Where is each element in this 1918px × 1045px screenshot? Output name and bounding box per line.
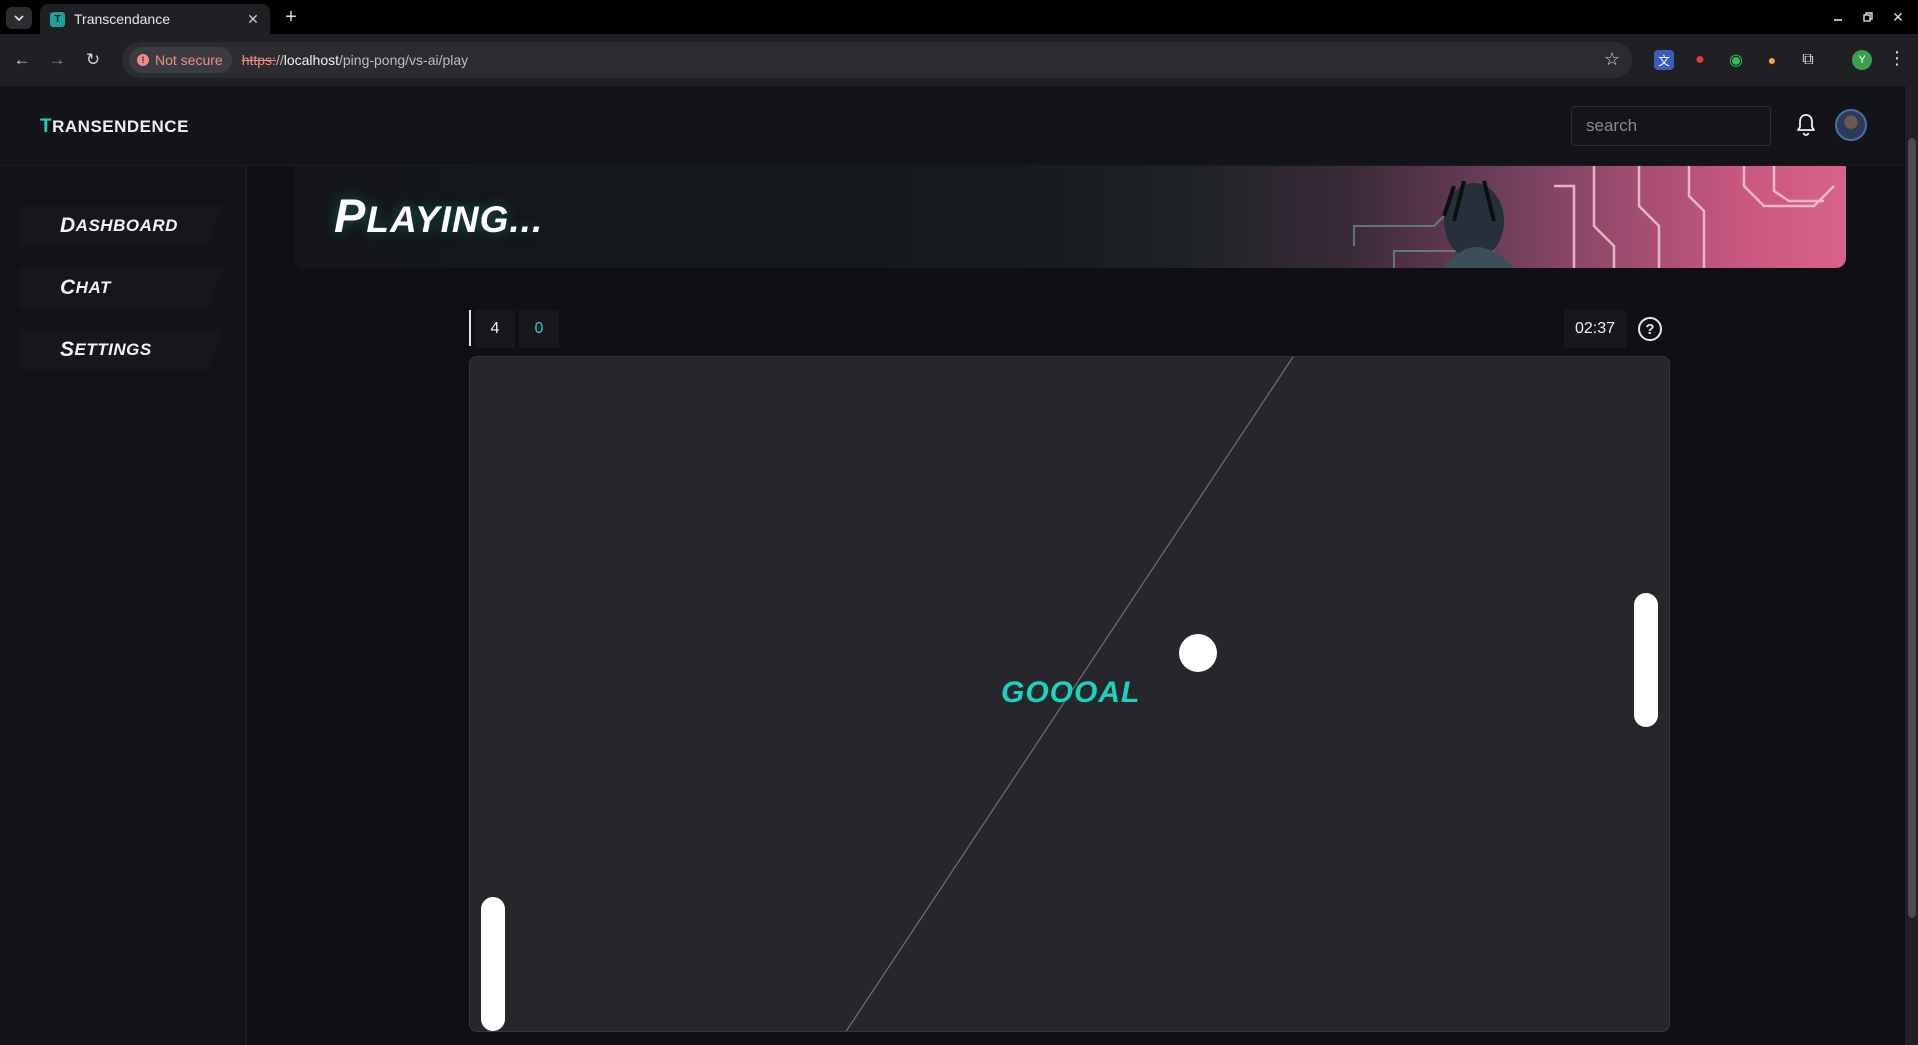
browser-profile-avatar[interactable]: Y (1852, 50, 1872, 70)
game-court[interactable]: GOOOAL (469, 356, 1670, 1032)
new-tab-button[interactable]: + (280, 6, 302, 28)
left-paddle (481, 897, 505, 1031)
sidebar: D ASHBOARD C HAT S ETTINGS (0, 166, 247, 1045)
url-host: localhost (283, 52, 339, 68)
player-score: 4 (475, 310, 515, 348)
not-secure-label: Not secure (155, 52, 223, 68)
url-separator: // (275, 52, 284, 68)
goal-message: GOOOAL (1001, 676, 1141, 709)
page-title-rest: LAYING... (366, 199, 544, 240)
puzzle-extensions-icon[interactable]: ⧉ (1798, 50, 1818, 70)
reload-icon[interactable]: ↻ (81, 48, 105, 72)
search-input[interactable] (1571, 106, 1771, 146)
url-text[interactable]: https://localhost/ping-pong/vs-ai/play (242, 52, 468, 68)
back-arrow-icon[interactable]: ← (10, 48, 34, 72)
page-title-cap: P (334, 189, 367, 242)
sidebar-item-label: ASHBOARD (75, 216, 178, 235)
url-scheme: https: (241, 52, 276, 68)
circuit-decoration-image (1353, 166, 1835, 268)
chevron-down-icon (14, 15, 24, 22)
restore-icon[interactable] (1856, 6, 1880, 28)
help-icon[interactable]: ? (1638, 317, 1662, 341)
tab-search-button[interactable] (6, 7, 32, 29)
sidebar-item-label-cap: S (60, 338, 75, 361)
page-title: PLAYING... (334, 188, 543, 243)
character-silhouette (1442, 180, 1514, 268)
game-timer: 02:37 (1564, 310, 1626, 348)
bookmark-star-icon[interactable]: ☆ (1604, 49, 1620, 70)
green-extension-icon[interactable]: ◉ (1726, 50, 1746, 70)
page-scrollbar[interactable] (1905, 86, 1918, 1045)
scrollbar-thumb[interactable] (1908, 138, 1916, 918)
forward-arrow-icon[interactable]: → (45, 48, 69, 72)
browser-tab[interactable]: T Transcendance ✕ (40, 4, 270, 34)
favicon-icon: T (50, 11, 65, 27)
logo-text: RANSENDENCE (52, 117, 189, 136)
tab-title: Transcendance (74, 11, 170, 27)
scoreboard: 4 0 (469, 310, 559, 348)
sidebar-item-label: ETTINGS (74, 340, 152, 359)
translate-extension-icon[interactable]: 文 (1654, 50, 1674, 70)
browser-tab-bar: T Transcendance ✕ + ✕ (0, 0, 1918, 34)
sidebar-item-label: HAT (75, 278, 111, 297)
sidebar-item-settings[interactable]: S ETTINGS (20, 330, 222, 370)
sidebar-item-label-cap: D (60, 214, 76, 237)
red-extension-icon[interactable]: ● (1690, 50, 1710, 70)
sidebar-item-label-cap: C (60, 276, 76, 299)
page-banner: PLAYING... (294, 166, 1846, 268)
close-tab-icon[interactable]: ✕ (244, 10, 262, 28)
warning-icon: ! (137, 54, 149, 66)
not-secure-badge[interactable]: ! Not secure (129, 47, 232, 73)
minimize-icon[interactable] (1826, 6, 1850, 28)
app-logo[interactable]: TRANSENDENCE (40, 116, 189, 138)
address-bar[interactable]: ! Not secure https://localhost/ping-pong… (122, 42, 1632, 78)
logo-accent-letter: T (40, 116, 53, 137)
right-paddle (1634, 593, 1658, 727)
orange-extension-icon[interactable]: ● (1762, 50, 1782, 70)
browser-toolbar: ← → ↻ ! Not secure https://localhost/pin… (0, 34, 1918, 86)
ball (1179, 634, 1217, 672)
app-header: TRANSENDENCE (0, 86, 1903, 166)
bell-icon[interactable] (1794, 112, 1818, 138)
opponent-score: 0 (519, 310, 559, 348)
close-window-icon[interactable]: ✕ (1886, 6, 1910, 28)
sidebar-item-chat[interactable]: C HAT (20, 268, 222, 308)
url-path: /ping-pong/vs-ai/play (339, 52, 469, 68)
browser-menu-icon[interactable]: ⋮ (1888, 48, 1906, 69)
user-avatar[interactable] (1835, 109, 1867, 141)
turn-indicator (469, 310, 471, 346)
sidebar-item-dashboard[interactable]: D ASHBOARD (20, 206, 222, 246)
